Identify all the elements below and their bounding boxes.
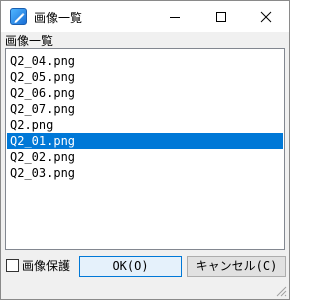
list-item[interactable]: Q2_02.png — [7, 149, 283, 165]
cancel-button[interactable]: キャンセル(C) — [187, 256, 286, 277]
image-listbox[interactable]: Q2_04.png Q2_05.png Q2_06.png Q2_07.png Q2.p… — [5, 48, 285, 250]
image-list-dialog: 画像一覧 画像一覧 Q2_04.png Q2_05.png Q2_06.png Q2_… — [0, 0, 290, 300]
maximize-button[interactable] — [198, 1, 244, 32]
minimize-button[interactable] — [152, 1, 198, 32]
checkbox-label[interactable]: 画像保護 — [22, 258, 70, 274]
list-item[interactable]: Q2_05.png — [7, 69, 283, 85]
resize-grip-icon[interactable] — [275, 285, 287, 297]
close-icon — [260, 11, 272, 23]
list-item[interactable]: Q2_04.png — [7, 53, 283, 69]
list-item[interactable]: Q2_07.png — [7, 101, 283, 117]
checkbox-box[interactable] — [6, 259, 19, 272]
close-button[interactable] — [243, 1, 289, 32]
list-item-selected[interactable]: Q2_01.png — [7, 133, 283, 149]
list-item[interactable]: Q2_03.png — [7, 165, 283, 181]
list-item[interactable]: Q2.png — [7, 117, 283, 133]
maximize-icon — [216, 12, 226, 22]
pencil-app-icon — [10, 8, 27, 25]
list-heading: 画像一覧 — [5, 34, 54, 48]
minimize-icon — [170, 17, 180, 18]
title-bar[interactable]: 画像一覧 — [1, 1, 289, 32]
window-title: 画像一覧 — [34, 11, 83, 25]
ok-button[interactable]: OK(O) — [79, 256, 182, 277]
list-item[interactable]: Q2_06.png — [7, 85, 283, 101]
